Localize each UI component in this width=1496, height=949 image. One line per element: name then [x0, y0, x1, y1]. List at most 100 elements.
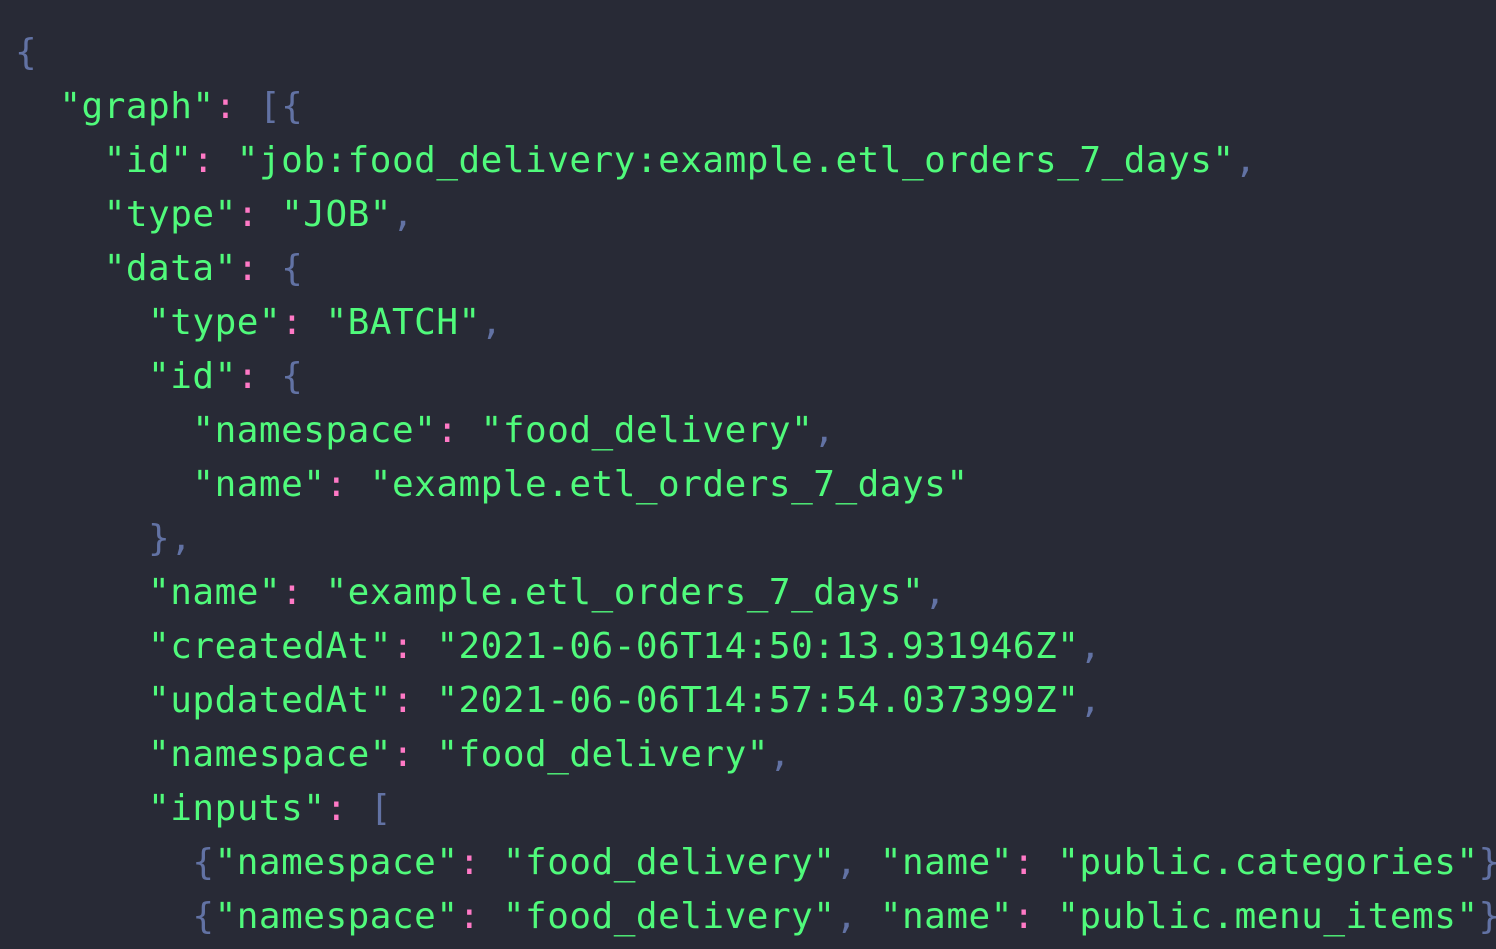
json-key: "namespace" [214, 896, 459, 937]
json-string: "example.etl_orders_7_days" [369, 464, 969, 505]
json-colon: : [1012, 842, 1058, 883]
code-line: "type": "BATCH", [15, 296, 1496, 350]
json-punctuation: { [192, 842, 215, 883]
json-colon: : [281, 302, 326, 343]
json-punctuation: , [480, 302, 503, 343]
json-colon: : [281, 572, 326, 613]
code-line: "updatedAt": "2021-06-06T14:57:54.037399… [15, 674, 1496, 728]
json-string: "2021-06-06T14:50:13.931946Z" [436, 626, 1080, 667]
json-key: "inputs" [148, 788, 326, 829]
json-punctuation: { [281, 356, 304, 397]
json-colon: : [192, 140, 237, 181]
code-line: "name": "example.etl_orders_7_days" [15, 458, 1496, 512]
json-colon: : [325, 788, 370, 829]
json-string: "public.menu_items" [1057, 896, 1479, 937]
json-punctuation: , [924, 572, 947, 613]
json-string: "2021-06-06T14:57:54.037399Z" [436, 680, 1080, 721]
json-key: "type" [103, 194, 237, 235]
json-string: "example.etl_orders_7_days" [325, 572, 925, 613]
code-line: "namespace": "food_delivery", [15, 728, 1496, 782]
json-colon: : [391, 626, 437, 667]
json-key: "name" [879, 842, 1013, 883]
json-string: "food_delivery" [502, 896, 836, 937]
json-string: "BATCH" [325, 302, 481, 343]
json-string: "food_delivery" [436, 734, 769, 775]
code-line: "data": { [15, 242, 1496, 296]
code-line: "namespace": "food_delivery", [15, 404, 1496, 458]
json-colon: : [236, 356, 282, 397]
json-key: "id" [103, 140, 193, 181]
code-line: {"namespace": "food_delivery", "name": "… [15, 836, 1496, 890]
json-punctuation: { [15, 32, 38, 73]
json-key: "id" [148, 356, 237, 397]
json-key: "name" [192, 464, 326, 505]
json-key: "type" [148, 302, 282, 343]
json-punctuation: , [768, 734, 792, 775]
json-string: "JOB" [281, 194, 392, 235]
json-key: "namespace" [192, 410, 437, 451]
json-punctuation: , [391, 194, 415, 235]
json-punctuation: }, [1479, 896, 1496, 937]
json-colon: : [436, 410, 481, 451]
json-colon: : [236, 248, 282, 289]
json-punctuation: [ [369, 788, 392, 829]
code-line: "createdAt": "2021-06-06T14:50:13.931946… [15, 620, 1496, 674]
json-punctuation: { [281, 248, 304, 289]
code-line: "inputs": [ [15, 782, 1496, 836]
code-line: "id": { [15, 350, 1496, 404]
json-colon: : [214, 86, 259, 127]
json-colon: : [458, 896, 503, 937]
code-line: }, [15, 512, 1496, 566]
json-punctuation: , [835, 842, 880, 883]
json-punctuation: , [1079, 626, 1102, 667]
json-key: "name" [148, 572, 282, 613]
json-colon: : [1012, 896, 1058, 937]
json-string: "public.categories" [1057, 842, 1479, 883]
json-string: "food_delivery" [480, 410, 814, 451]
json-punctuation: { [192, 896, 215, 937]
code-line: "graph": [{ [15, 80, 1496, 134]
json-punctuation: [{ [258, 86, 304, 127]
json-punctuation: , [835, 896, 880, 937]
json-colon: : [391, 680, 437, 721]
json-key: "data" [103, 248, 237, 289]
json-punctuation: , [1079, 680, 1102, 721]
code-line: { [15, 26, 1496, 80]
json-punctuation: }, [148, 518, 193, 559]
json-punctuation: , [813, 410, 836, 451]
json-key: "graph" [59, 86, 215, 127]
json-key: "createdAt" [148, 626, 392, 667]
json-string: "food_delivery" [502, 842, 836, 883]
json-key: "updatedAt" [148, 680, 392, 721]
json-string: "job:food_delivery:example.etl_orders_7_… [236, 140, 1235, 181]
json-key: "namespace" [214, 842, 459, 883]
json-colon: : [236, 194, 282, 235]
json-key: "namespace" [148, 734, 392, 775]
json-key: "name" [879, 896, 1013, 937]
code-line: "id": "job:food_delivery:example.etl_ord… [15, 134, 1496, 188]
json-code-block: { "graph": [{ "id": "job:food_delivery:e… [15, 26, 1496, 944]
json-colon: : [325, 464, 370, 505]
json-colon: : [458, 842, 503, 883]
code-line: "type": "JOB", [15, 188, 1496, 242]
code-line: "name": "example.etl_orders_7_days", [15, 566, 1496, 620]
code-line: {"namespace": "food_delivery", "name": "… [15, 890, 1496, 944]
json-colon: : [391, 734, 437, 775]
json-punctuation: , [1234, 140, 1257, 181]
